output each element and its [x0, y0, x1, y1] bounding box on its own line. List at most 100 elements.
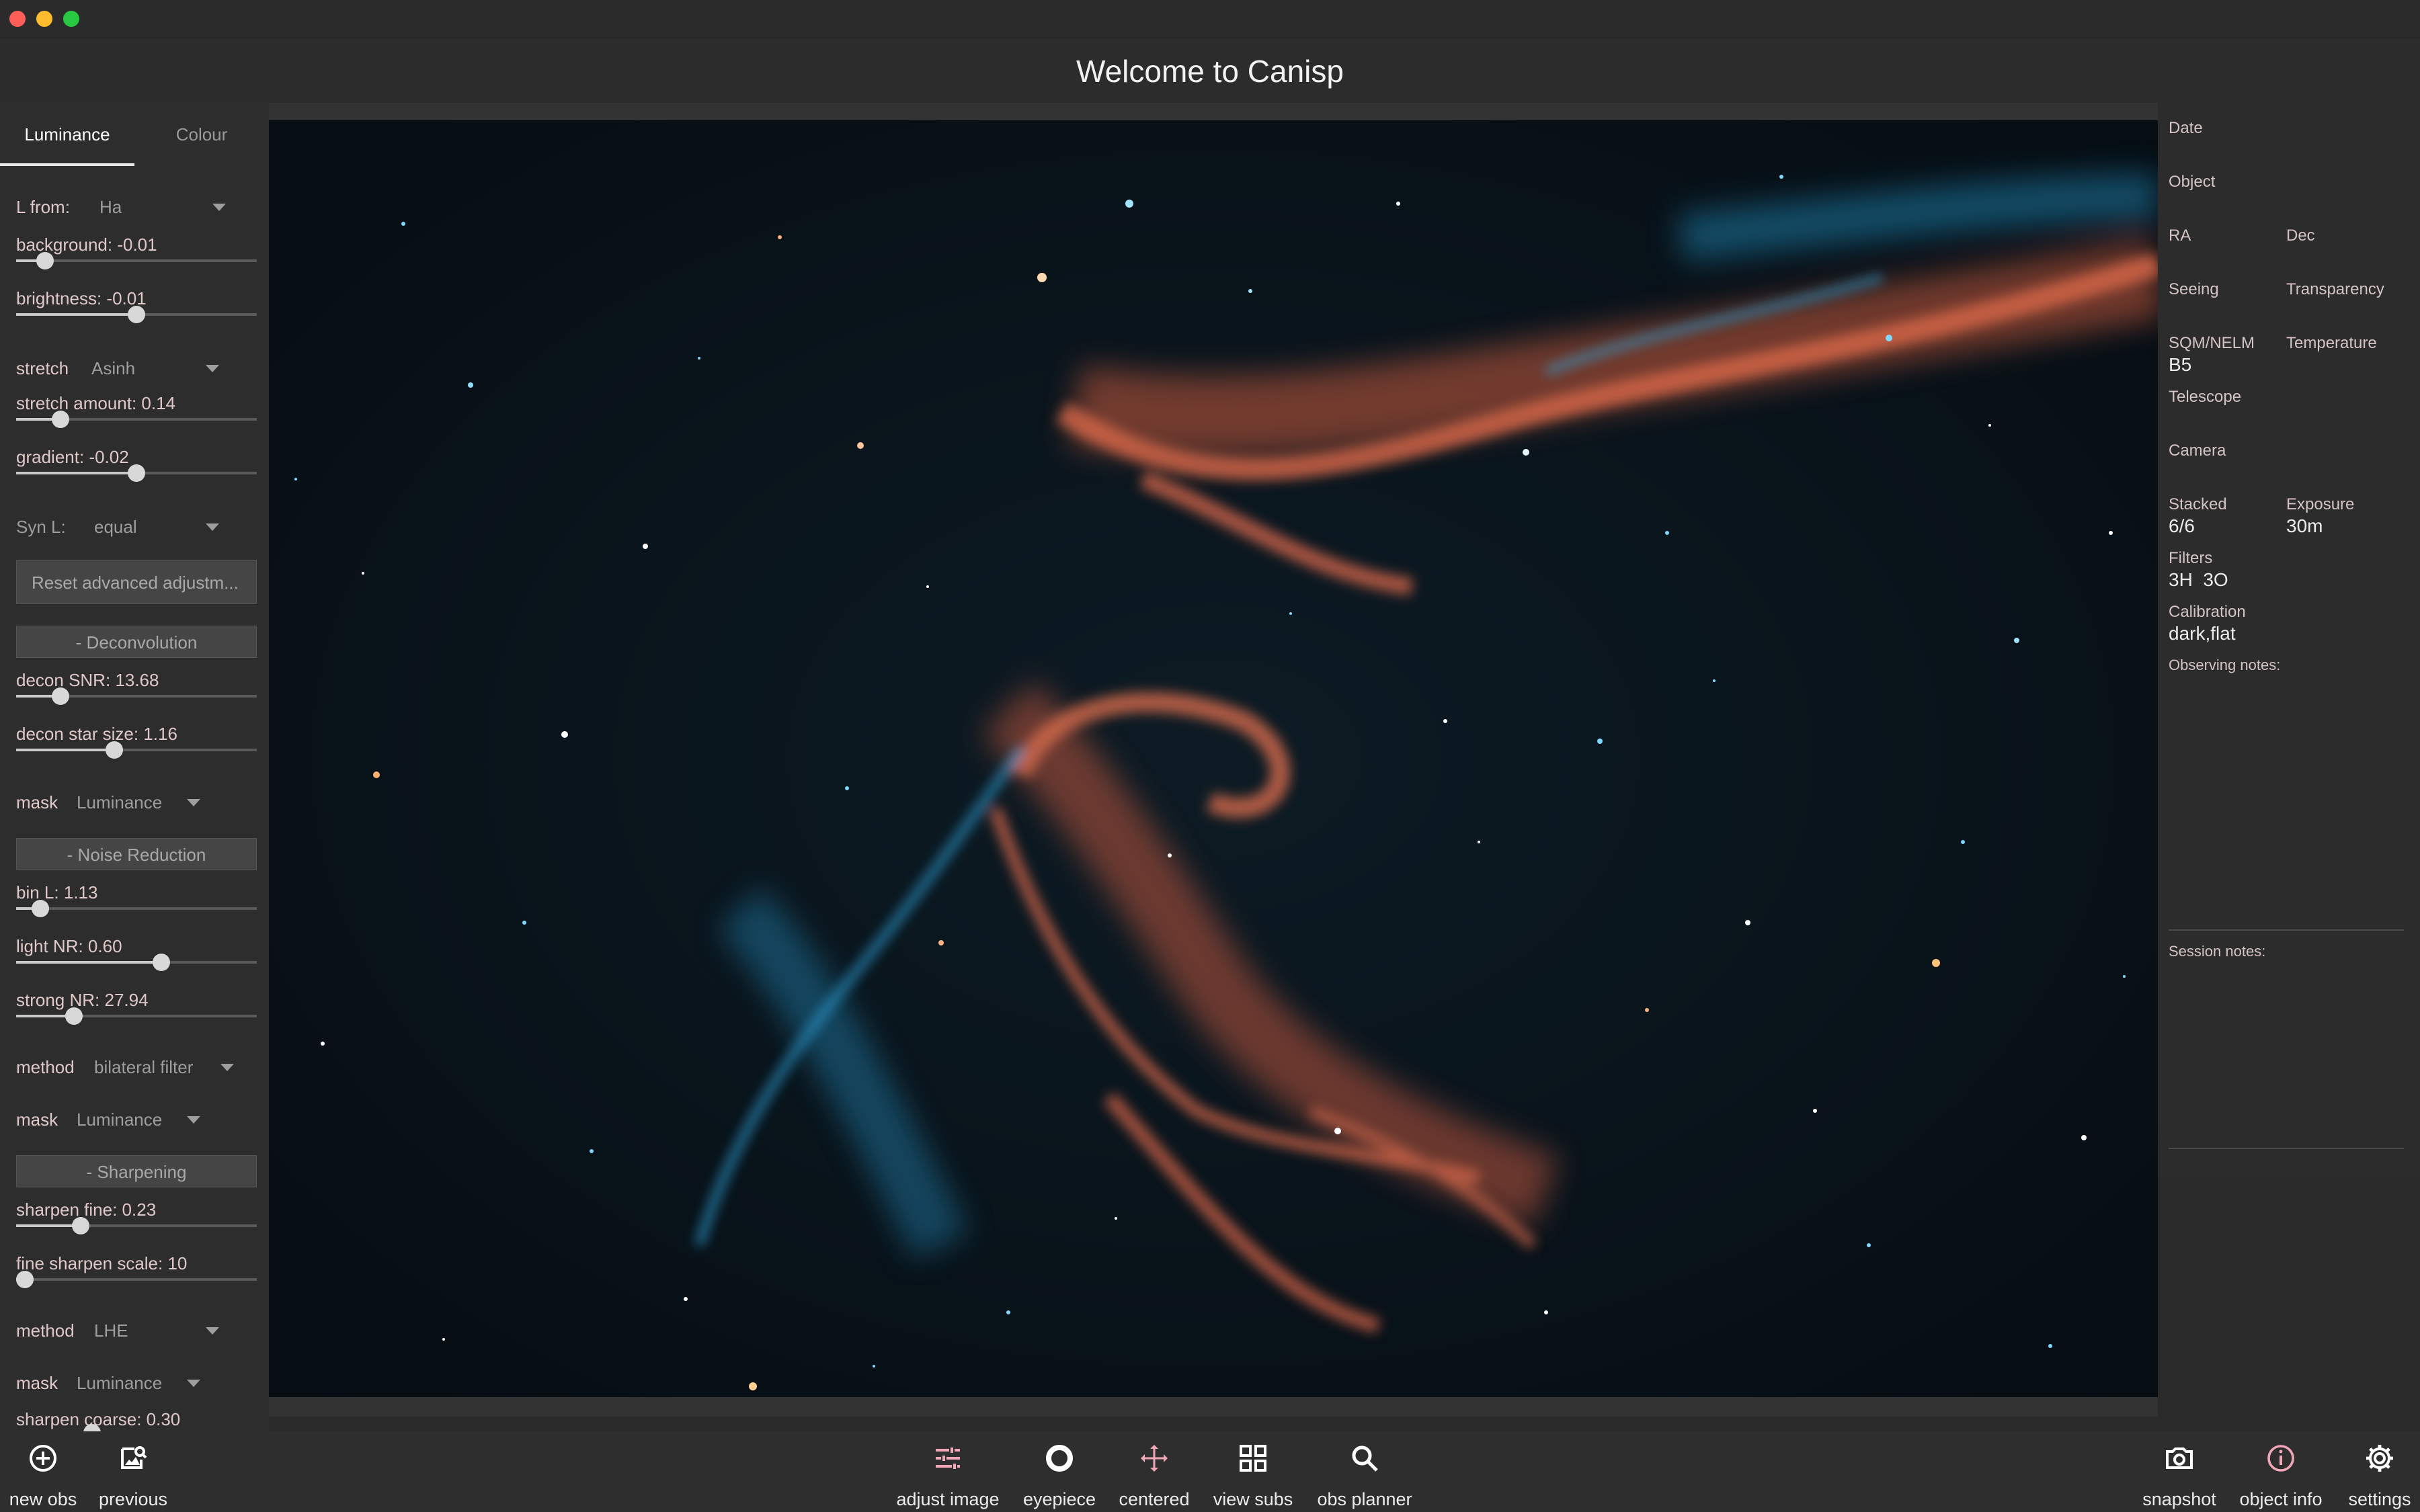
adjust-image-label: adjust image [896, 1489, 1000, 1509]
object-field[interactable]: Object [2169, 173, 2215, 192]
stretch-select[interactable]: stretch Asinh [16, 354, 245, 381]
magnifier-icon [1352, 1445, 1378, 1472]
obs-planner-button[interactable]: obs planner [1311, 1438, 1418, 1509]
centered-label: centered [1119, 1489, 1190, 1509]
gear-icon [2366, 1445, 2393, 1472]
adjustments-panel: Luminance Colour L from: Ha background: … [0, 103, 269, 1433]
stretch-amount-slider[interactable] [16, 409, 257, 429]
session-notes-field[interactable]: Session notes: [2169, 943, 2265, 960]
ra-field[interactable]: RA [2169, 226, 2191, 245]
syn-l-label: Syn L: [16, 517, 66, 537]
exposure-value: 30m [2286, 515, 2323, 536]
transparency-field[interactable]: Transparency [2286, 280, 2384, 299]
filters-value: 3H 3O [2169, 569, 2228, 590]
date-field[interactable]: Date [2169, 119, 2203, 138]
strong-nr-slider[interactable] [16, 1006, 257, 1026]
sharpen-method-value: LHE [94, 1320, 128, 1341]
decon-mask-select[interactable]: mask Luminance [16, 788, 245, 815]
tab-luminance[interactable]: Luminance [0, 103, 134, 166]
sharpen-fine-slider[interactable] [16, 1216, 257, 1236]
window-titlebar [0, 0, 2420, 38]
tab-colour[interactable]: Colour [134, 103, 269, 166]
reset-advanced-button[interactable]: Reset advanced adjustm... [16, 560, 257, 604]
notes-divider [2169, 929, 2404, 931]
previous-label: previous [98, 1489, 168, 1509]
object-info-button[interactable]: object info [2232, 1438, 2330, 1509]
new-obs-button[interactable]: new obs [0, 1438, 86, 1509]
calibration-label: Calibration [2169, 603, 2246, 621]
centered-button[interactable]: centered [1112, 1438, 1197, 1509]
decon-snr-slider[interactable] [16, 686, 257, 706]
brightness-slider[interactable] [16, 304, 257, 325]
telescope-field[interactable]: Telescope [2169, 388, 2241, 407]
camera-field[interactable]: Camera [2169, 442, 2226, 460]
stacked-label: Stacked [2169, 495, 2227, 513]
background-slider[interactable] [16, 251, 257, 271]
sliders-icon [936, 1447, 960, 1469]
chevron-down-icon [187, 1116, 200, 1124]
grid-icon [1240, 1445, 1266, 1472]
deconvolution-button[interactable]: - Deconvolution [16, 626, 257, 658]
astro-image-viewer[interactable] [269, 103, 2158, 1417]
l-from-value: Ha [99, 197, 122, 217]
nr-method-label: method [16, 1057, 75, 1077]
sqm-value[interactable]: B5 [2169, 354, 2191, 376]
adjust-tabs: Luminance Colour [0, 103, 269, 166]
sharpening-button[interactable]: - Sharpening [16, 1155, 257, 1187]
nr-mask-value: Luminance [77, 1109, 163, 1130]
calibration-value: dark,flat [2169, 623, 2236, 644]
sharpen-mask-value: Luminance [77, 1373, 163, 1393]
chevron-down-icon [187, 799, 200, 806]
filters-label: Filters [2169, 549, 2213, 567]
zoom-window-button[interactable] [63, 11, 79, 27]
chevron-down-icon [206, 365, 219, 372]
settings-button[interactable]: settings [2342, 1438, 2417, 1509]
chevron-down-icon [212, 204, 226, 211]
chevron-down-icon [187, 1380, 200, 1387]
decon-star-size-slider[interactable] [16, 740, 257, 760]
sharpen-method-select[interactable]: method LHE [16, 1316, 245, 1343]
crosshair-arrows-icon [1141, 1445, 1168, 1472]
temperature-field[interactable]: Temperature [2286, 334, 2377, 353]
nr-method-select[interactable]: method bilateral filter [16, 1053, 245, 1080]
dec-field[interactable]: Dec [2286, 226, 2315, 245]
gradient-slider[interactable] [16, 463, 257, 483]
image-search-icon [121, 1446, 147, 1469]
l-from-label: L from: [16, 197, 70, 217]
adjust-image-button[interactable]: adjust image [893, 1438, 1003, 1509]
sharpen-method-label: method [16, 1320, 75, 1341]
veil-nebula-image [269, 120, 2158, 1397]
light-nr-slider[interactable] [16, 952, 257, 972]
observation-info-panel: Date Object RA Dec Seeing Transparency S… [2158, 103, 2420, 1178]
previous-button[interactable]: previous [91, 1438, 175, 1509]
snapshot-button[interactable]: snapshot [2139, 1438, 2220, 1509]
info-circle-icon [2267, 1445, 2294, 1472]
fine-sharpen-scale-slider[interactable] [16, 1269, 257, 1290]
eyepiece-ring-icon [1046, 1445, 1073, 1472]
close-window-button[interactable] [9, 11, 26, 27]
bin-l-slider[interactable] [16, 898, 257, 919]
snapshot-label: snapshot [2142, 1489, 2216, 1509]
page-title: Welcome to Canisp [1076, 54, 1344, 89]
sharpen-mask-select[interactable]: mask Luminance [16, 1369, 245, 1396]
chevron-down-icon [206, 523, 219, 531]
camera-icon [2166, 1447, 2193, 1469]
stretch-value: Asinh [91, 358, 136, 378]
minimize-window-button[interactable] [36, 11, 52, 27]
nr-mask-label: mask [16, 1109, 58, 1130]
eyepiece-label: eyepiece [1022, 1489, 1096, 1509]
syn-l-select[interactable]: Syn L: equal [16, 513, 245, 540]
seeing-field[interactable]: Seeing [2169, 280, 2219, 299]
app-header: Welcome to Canisp [0, 38, 2420, 103]
noise-reduction-button[interactable]: - Noise Reduction [16, 838, 257, 870]
view-subs-label: view subs [1213, 1489, 1293, 1509]
object-info-label: object info [2239, 1489, 2323, 1509]
bottom-toolbar: new obs previous adjust image eyepiece c… [0, 1431, 2420, 1512]
nr-method-value: bilateral filter [94, 1057, 194, 1077]
nr-mask-select[interactable]: mask Luminance [16, 1105, 245, 1132]
obs-planner-label: obs planner [1317, 1489, 1412, 1509]
l-from-select[interactable]: L from: Ha [16, 193, 245, 220]
view-subs-button[interactable]: view subs [1207, 1438, 1299, 1509]
eyepiece-button[interactable]: eyepiece [1015, 1438, 1104, 1509]
observing-notes-field[interactable]: Observing notes: [2169, 657, 2280, 674]
